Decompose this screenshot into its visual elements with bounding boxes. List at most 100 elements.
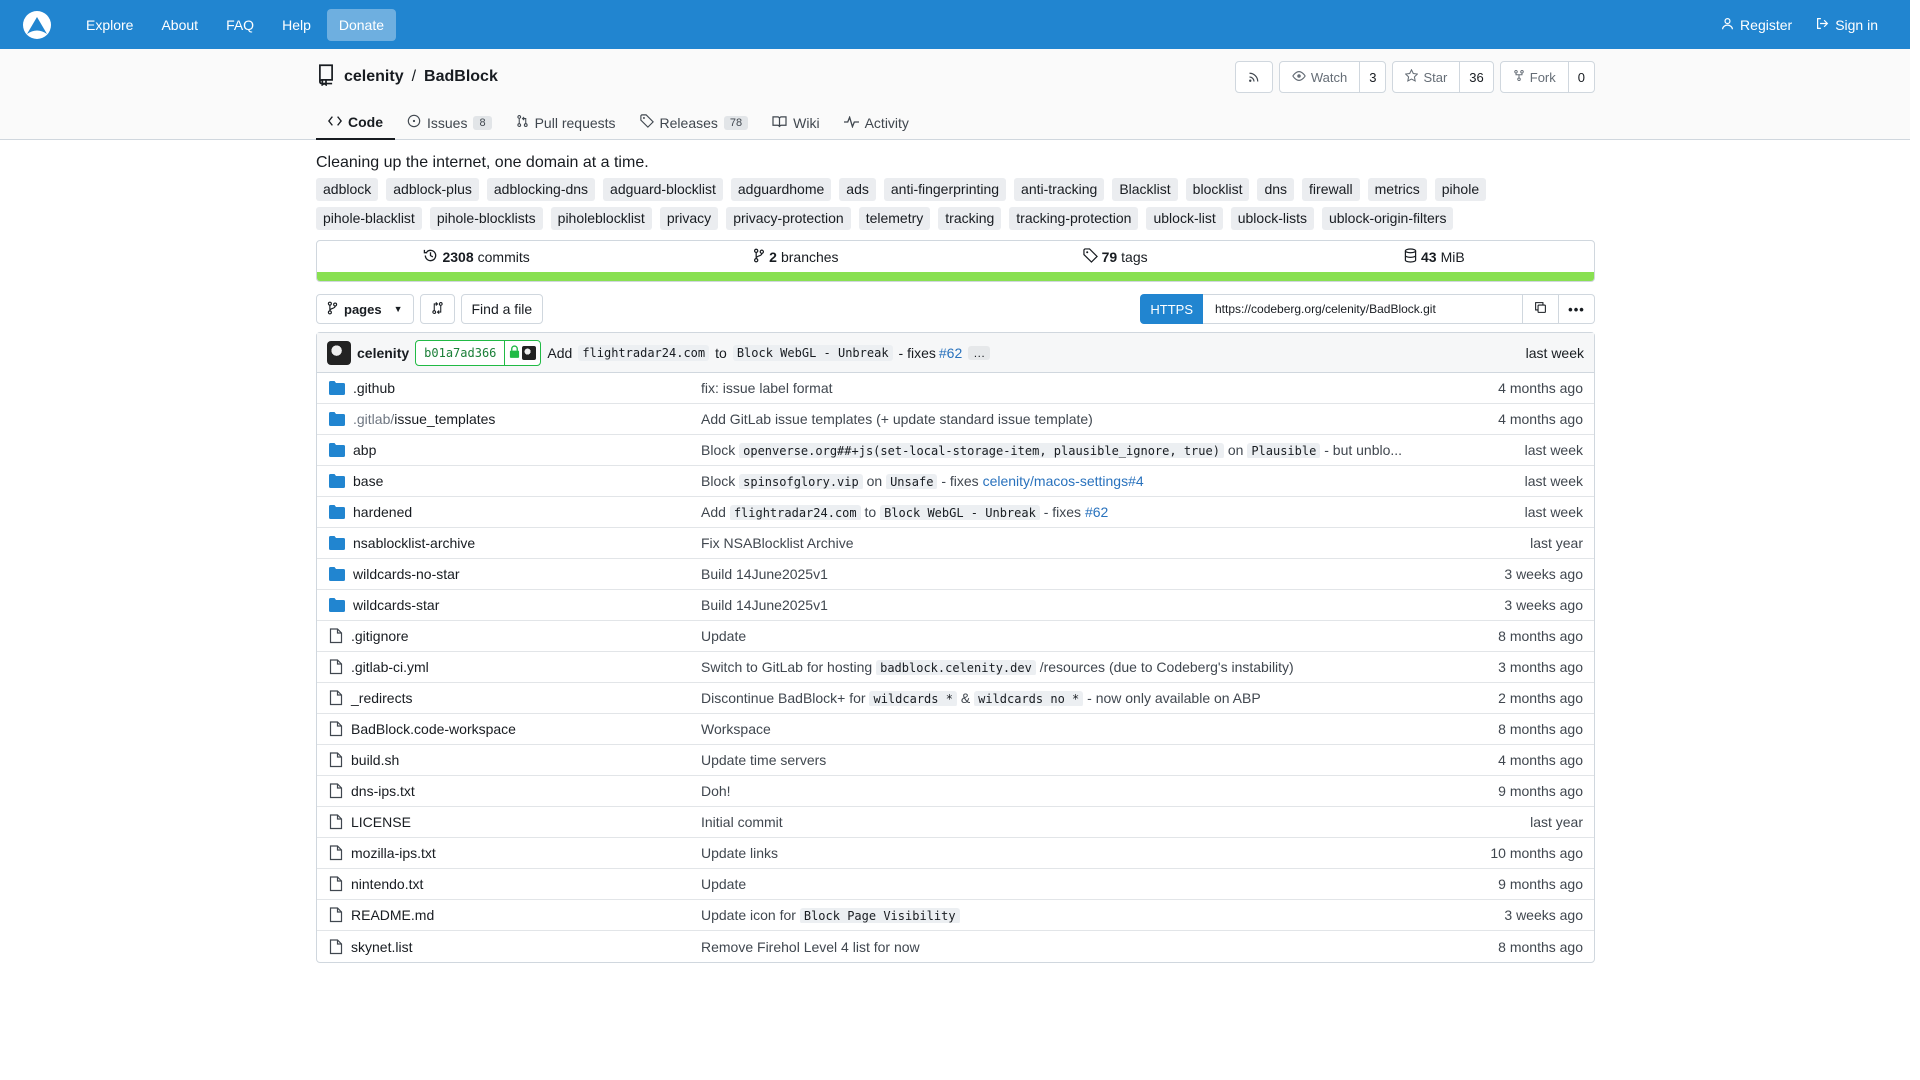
codeberg-logo-icon[interactable] bbox=[20, 8, 54, 42]
branch-selector[interactable]: pages ▼ bbox=[316, 294, 414, 324]
topic-tag[interactable]: anti-fingerprinting bbox=[883, 178, 1007, 201]
commit-message-link[interactable]: Workspace bbox=[701, 721, 771, 737]
topic-tag[interactable]: firewall bbox=[1302, 178, 1360, 201]
file-name-link[interactable]: BadBlock.code-workspace bbox=[351, 721, 516, 737]
watch-count[interactable]: 3 bbox=[1359, 62, 1385, 92]
star-button[interactable]: Star bbox=[1393, 62, 1459, 92]
topic-tag[interactable]: tracking-protection bbox=[1009, 207, 1139, 230]
topic-tag[interactable]: adguardhome bbox=[730, 178, 832, 201]
watch-button[interactable]: Watch bbox=[1280, 62, 1359, 92]
tab-releases[interactable]: Releases 78 bbox=[628, 105, 761, 140]
topic-tag[interactable]: pihole-blacklist bbox=[316, 207, 422, 230]
commit-message-link[interactable]: Add flightradar24.com to Block WebGL - U… bbox=[701, 504, 1085, 520]
commit-message-link[interactable]: Switch to GitLab for hosting badblock.ce… bbox=[701, 659, 1294, 675]
topic-tag[interactable]: ublock-origin-filters bbox=[1321, 207, 1454, 230]
file-name-link[interactable]: LICENSE bbox=[351, 814, 411, 830]
commit-message-link[interactable]: Remove Firehol Level 4 list for now bbox=[701, 939, 920, 955]
tab-wiki[interactable]: Wiki bbox=[760, 105, 831, 140]
topic-tag[interactable]: adguard-blocklist bbox=[603, 178, 723, 201]
donate-button[interactable]: Donate bbox=[326, 8, 397, 41]
topic-tag[interactable]: blocklist bbox=[1185, 178, 1250, 201]
topic-tag[interactable]: piholeblocklist bbox=[550, 207, 652, 230]
commit-message-link[interactable]: Block spinsofglory.vip on Unsafe - fixes bbox=[701, 473, 983, 489]
tab-code[interactable]: Code bbox=[316, 105, 395, 140]
register-link[interactable]: Register bbox=[1709, 9, 1804, 41]
file-name-link[interactable]: .gitlab-ci.yml bbox=[351, 659, 429, 675]
commit-message-link[interactable]: Update bbox=[701, 876, 746, 892]
avatar[interactable] bbox=[327, 340, 351, 365]
fork-count[interactable]: 0 bbox=[1567, 62, 1594, 92]
commit-sha-button[interactable]: b01a7ad366 bbox=[415, 339, 542, 366]
clone-url-input[interactable]: https://codeberg.org/celenity/BadBlock.g… bbox=[1203, 294, 1523, 324]
commit-message-link[interactable]: Update links bbox=[701, 845, 778, 861]
commit-message-link[interactable]: fix: issue label format bbox=[701, 380, 833, 396]
nav-help[interactable]: Help bbox=[270, 9, 323, 41]
file-name-link[interactable]: wildcards-star bbox=[353, 597, 439, 613]
nav-explore[interactable]: Explore bbox=[74, 9, 145, 41]
branches-stat[interactable]: 2 branches bbox=[636, 248, 955, 266]
topic-tag[interactable]: pihole bbox=[1434, 178, 1487, 201]
topic-tag[interactable]: privacy bbox=[659, 207, 719, 230]
nav-faq[interactable]: FAQ bbox=[214, 9, 266, 41]
file-name-link[interactable]: dns-ips.txt bbox=[351, 783, 415, 799]
commit-message-link[interactable]: Add GitLab issue templates (+ update sta… bbox=[701, 411, 1093, 427]
expand-commit-message-button[interactable]: … bbox=[968, 345, 991, 360]
repo-name-link[interactable]: BadBlock bbox=[424, 68, 498, 86]
topic-tag[interactable]: dns bbox=[1257, 178, 1295, 201]
file-name-link[interactable]: _redirects bbox=[351, 690, 412, 706]
commit-message-link[interactable]: Build 14June2025v1 bbox=[701, 566, 828, 582]
file-name-link[interactable]: .gitlab/issue_templates bbox=[353, 411, 495, 427]
commits-stat[interactable]: 2308 commits bbox=[317, 248, 636, 266]
file-name-link[interactable]: skynet.list bbox=[351, 939, 412, 955]
issue-link[interactable]: #62 bbox=[1085, 504, 1108, 520]
commit-message-link[interactable]: Block openverse.org##+js(set-local-stora… bbox=[701, 442, 1402, 458]
file-name-link[interactable]: nintendo.txt bbox=[351, 876, 423, 892]
find-file-button[interactable]: Find a file bbox=[460, 294, 544, 324]
topic-tag[interactable]: Blacklist bbox=[1112, 178, 1178, 201]
commit-message-link[interactable]: Discontinue BadBlock+ for wildcards * & … bbox=[701, 690, 1261, 706]
file-name-link[interactable]: build.sh bbox=[351, 752, 399, 768]
language-bar[interactable] bbox=[317, 272, 1594, 281]
commit-message-link[interactable]: Update time servers bbox=[701, 752, 826, 768]
issue-link[interactable]: celenity/macos-settings#4 bbox=[983, 473, 1144, 489]
topic-tag[interactable]: telemetry bbox=[858, 207, 931, 230]
topic-tag[interactable]: metrics bbox=[1367, 178, 1427, 201]
file-name-link[interactable]: hardened bbox=[353, 504, 412, 520]
tab-activity[interactable]: Activity bbox=[832, 105, 921, 140]
topic-tag[interactable]: ublock-lists bbox=[1230, 207, 1314, 230]
file-name-link[interactable]: base bbox=[353, 473, 383, 489]
topic-tag[interactable]: adblock bbox=[316, 178, 379, 201]
clone-protocol-button[interactable]: HTTPS bbox=[1140, 294, 1203, 324]
file-name-link[interactable]: wildcards-no-star bbox=[353, 566, 460, 582]
topic-tag[interactable]: tracking bbox=[938, 207, 1002, 230]
file-name-link[interactable]: README.md bbox=[351, 907, 434, 923]
file-name-link[interactable]: .gitignore bbox=[351, 628, 409, 644]
copy-button[interactable] bbox=[1523, 294, 1559, 324]
file-name-link[interactable]: nsablocklist-archive bbox=[353, 535, 475, 551]
star-count[interactable]: 36 bbox=[1459, 62, 1492, 92]
topic-tag[interactable]: anti-tracking bbox=[1014, 178, 1105, 201]
topic-tag[interactable]: adblock-plus bbox=[386, 178, 479, 201]
commit-message-link[interactable]: Update bbox=[701, 628, 746, 644]
repo-owner-link[interactable]: celenity bbox=[344, 68, 404, 86]
tab-pull-requests[interactable]: Pull requests bbox=[504, 105, 628, 140]
commit-author[interactable]: celenity bbox=[357, 345, 409, 361]
file-name-link[interactable]: abp bbox=[353, 442, 376, 458]
commit-message-link[interactable]: Fix NSABlocklist Archive bbox=[701, 535, 853, 551]
topic-tag[interactable]: privacy-protection bbox=[726, 207, 851, 230]
commit-message-link[interactable]: Update icon for Block Page Visibility bbox=[701, 907, 960, 923]
file-name-link[interactable]: mozilla-ips.txt bbox=[351, 845, 436, 861]
commit-message-link[interactable]: Initial commit bbox=[701, 814, 783, 830]
tab-issues[interactable]: Issues 8 bbox=[395, 105, 504, 140]
topic-tag[interactable]: adblocking-dns bbox=[486, 178, 596, 201]
commit-message-link[interactable]: Doh! bbox=[701, 783, 731, 799]
rss-button[interactable] bbox=[1234, 61, 1273, 93]
compare-button[interactable] bbox=[419, 294, 455, 324]
commit-message-link[interactable]: Build 14June2025v1 bbox=[701, 597, 828, 613]
fork-button[interactable]: Fork bbox=[1501, 62, 1568, 92]
topic-tag[interactable]: ads bbox=[839, 178, 876, 201]
file-name-link[interactable]: .github bbox=[353, 380, 395, 396]
signin-link[interactable]: Sign in bbox=[1804, 9, 1890, 41]
tags-stat[interactable]: 79 tags bbox=[956, 248, 1275, 266]
commit-issue-link[interactable]: #62 bbox=[939, 345, 962, 361]
